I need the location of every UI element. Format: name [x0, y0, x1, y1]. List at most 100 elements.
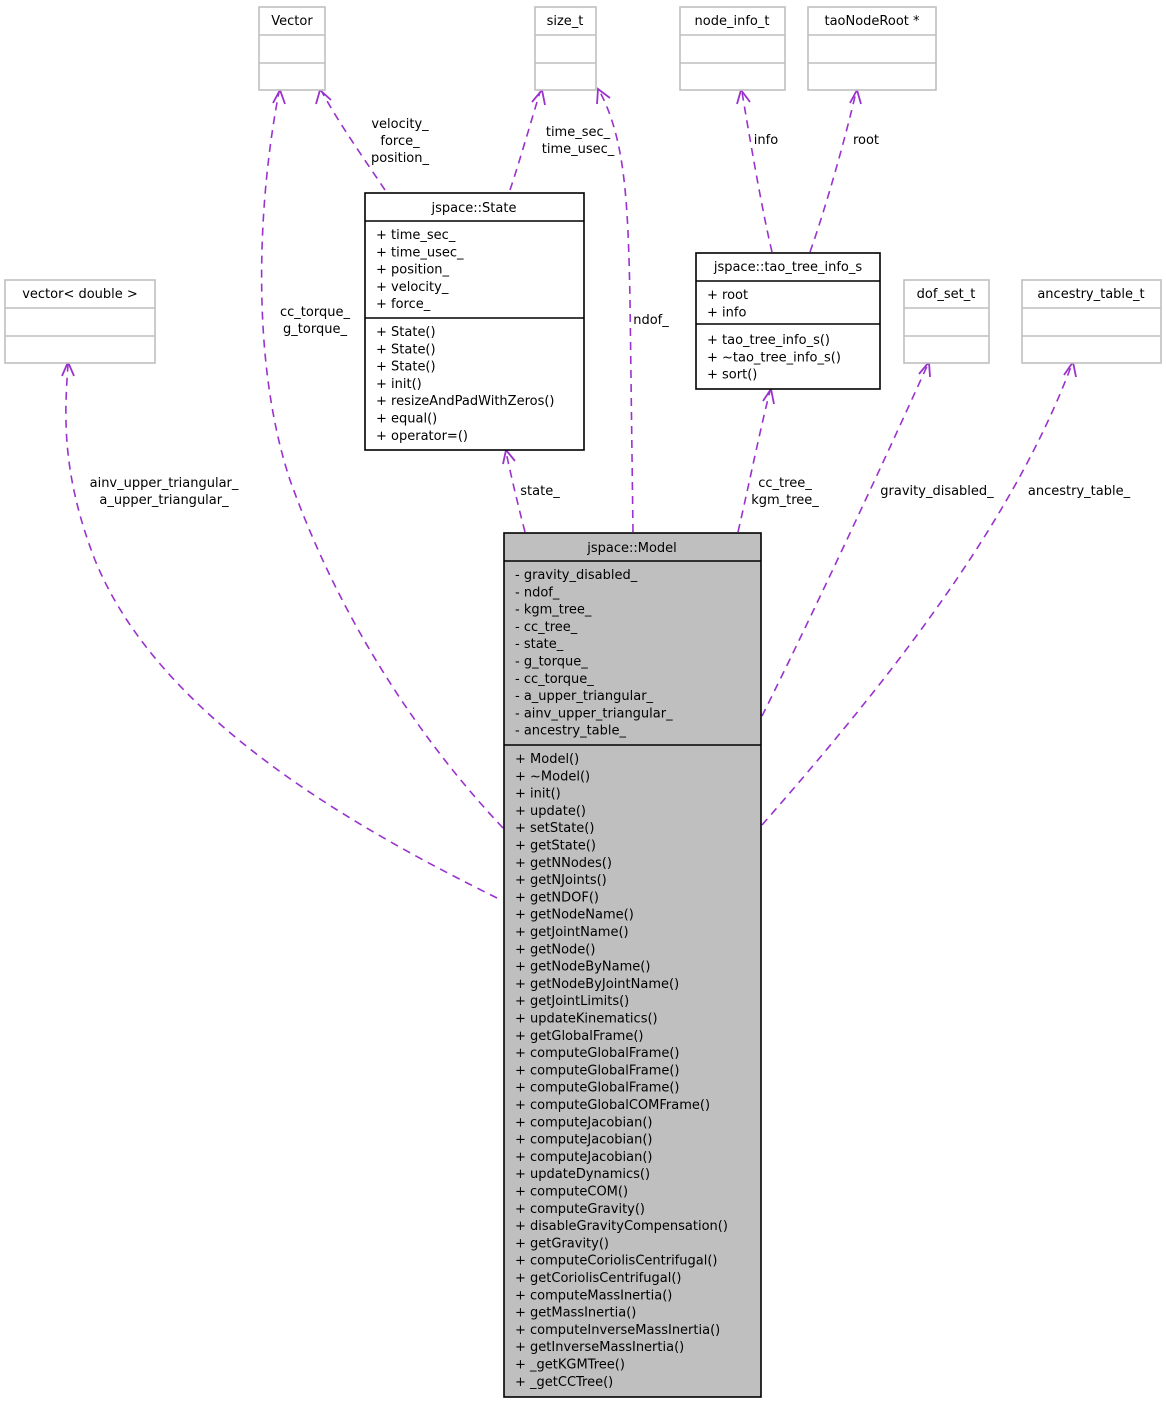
class-attribute: + time_usec_ [376, 245, 464, 260]
edge-tao-node_info [741, 91, 773, 253]
class-method: + sort() [707, 368, 757, 383]
edge-label: root [853, 133, 879, 148]
class-attribute: - g_torque_ [515, 655, 588, 670]
class-method: + _getCCTree() [515, 1375, 613, 1390]
arrowhead [596, 87, 611, 105]
class-diagram: velocity_ force_ position_ time_sec_ tim… [4, 6, 1162, 1398]
edge-label: kgm_tree_ [751, 493, 819, 508]
class-method: + Model() [515, 752, 579, 767]
class-attribute: - ndof_ [515, 585, 560, 600]
edge-label: state_ [520, 484, 560, 499]
class-method: + _getKGMTree() [515, 1358, 625, 1373]
class-title: vector< double > [22, 287, 138, 302]
class-vector[interactable]: Vector [258, 6, 326, 91]
class-method: + computeJacobian() [515, 1150, 653, 1165]
edge-label: ndof_ [633, 313, 669, 328]
class-method: + getNNodes() [515, 856, 612, 871]
class-taoNodeRoot[interactable]: taoNodeRoot * [807, 6, 937, 91]
class-model[interactable]: jspace::Model - gravity_disabled_- ndof_… [503, 532, 762, 1398]
class-method: + update() [515, 804, 586, 819]
class-method: + updateKinematics() [515, 1012, 658, 1027]
class-method: + getCoriolisCentrifugal() [515, 1271, 681, 1286]
class-size_t[interactable]: size_t [534, 6, 597, 91]
class-attribute: - ancestry_table_ [515, 724, 627, 739]
class-method: + computeMassInertia() [515, 1288, 672, 1303]
edge-label: ancestry_table_ [1028, 484, 1131, 499]
class-title: jspace::tao_tree_info_s [713, 260, 863, 275]
edge-model-tao [737, 390, 771, 533]
class-dof_set_t[interactable]: dof_set_t [903, 279, 990, 364]
class-method: + State() [376, 325, 436, 340]
class-attribute: - gravity_disabled_ [515, 568, 638, 583]
class-method: + ~tao_tree_info_s() [707, 350, 841, 365]
class-method: + resizeAndPadWithZeros() [376, 394, 555, 409]
class-ancestry_table_t[interactable]: ancestry_table_t [1021, 279, 1162, 364]
edge-tao-root [809, 91, 857, 253]
class-method: + getNodeName() [515, 908, 634, 923]
class-title: Vector [271, 14, 313, 29]
class-method: + getGlobalFrame() [515, 1029, 644, 1044]
edge-label: info [754, 133, 778, 148]
class-method: + getGravity() [515, 1236, 609, 1251]
edge-state-vector [321, 91, 386, 191]
class-method: + computeGlobalFrame() [515, 1081, 680, 1096]
class-attribute: - cc_torque_ [515, 672, 594, 687]
class-method: + getInverseMassInertia() [515, 1340, 684, 1355]
class-method: + computeJacobian() [515, 1115, 653, 1130]
arrowhead [315, 88, 332, 105]
class-title: jspace::Model [586, 541, 677, 556]
class-title: jspace::State [431, 201, 517, 216]
class-method: + getNodeByJointName() [515, 977, 679, 992]
class-method: + computeCoriolisCentrifugal() [515, 1254, 717, 1269]
class-method: + computeGlobalFrame() [515, 1063, 680, 1078]
class-method: + tao_tree_info_s() [707, 333, 830, 348]
edge-label: cc_torque_ [280, 305, 350, 320]
edge-label: time_usec_ [542, 142, 615, 157]
class-method: + computeGlobalFrame() [515, 1046, 680, 1061]
edge-label: time_sec_ [546, 125, 611, 140]
edge-model-size_t [599, 91, 634, 533]
class-title: dof_set_t [917, 287, 976, 302]
edge-label: a_upper_triangular_ [99, 493, 229, 508]
class-method: + getJointLimits() [515, 994, 629, 1009]
arrowhead [502, 447, 516, 465]
edge-model-dof_set [761, 363, 929, 717]
class-method: + getNDOF() [515, 890, 599, 905]
edge-label: velocity_ [371, 117, 429, 132]
class-attribute: + time_sec_ [376, 228, 456, 243]
edge-label: ainv_upper_triangular_ [90, 476, 239, 491]
class-vector-double[interactable]: vector< double > [4, 279, 156, 364]
class-method: + computeGlobalCOMFrame() [515, 1098, 710, 1113]
class-attribute: + info [707, 305, 746, 320]
class-method: + computeInverseMassInertia() [515, 1323, 720, 1338]
edge-label: gravity_disabled_ [880, 484, 994, 499]
arrowhead [531, 87, 546, 106]
class-node_info_t[interactable]: node_info_t [679, 6, 786, 91]
arrowhead [762, 386, 775, 405]
edge-label: g_torque_ [283, 322, 347, 337]
class-attribute: - state_ [515, 637, 564, 652]
class-state[interactable]: jspace::State + time_sec_+ time_usec_+ p… [364, 192, 585, 451]
class-title: node_info_t [695, 14, 770, 29]
class-method: + disableGravityCompensation() [515, 1219, 728, 1234]
class-method: + equal() [376, 412, 437, 427]
class-method: + init() [515, 787, 561, 802]
class-method: + State() [376, 360, 436, 375]
class-attribute: + velocity_ [376, 280, 449, 295]
class-title: size_t [547, 14, 584, 29]
edge-label: cc_tree_ [758, 476, 812, 491]
class-attribute: + force_ [376, 297, 431, 312]
class-attribute: - ainv_upper_triangular_ [515, 706, 673, 721]
arrowhead [272, 87, 286, 105]
edge-label: position_ [371, 151, 429, 166]
class-attribute: + root [707, 288, 748, 303]
class-method: + getNodeByName() [515, 960, 650, 975]
class-attribute: - a_upper_triangular_ [515, 689, 654, 704]
class-method: + updateDynamics() [515, 1167, 650, 1182]
class-method: + getJointName() [515, 925, 629, 940]
class-tao-tree-info[interactable]: jspace::tao_tree_info_s + root+ info + t… [695, 252, 881, 390]
class-attribute: - kgm_tree_ [515, 603, 592, 618]
class-attribute: - cc_tree_ [515, 620, 578, 635]
edge-state-size_t [509, 91, 541, 191]
class-attribute: + position_ [376, 263, 450, 278]
